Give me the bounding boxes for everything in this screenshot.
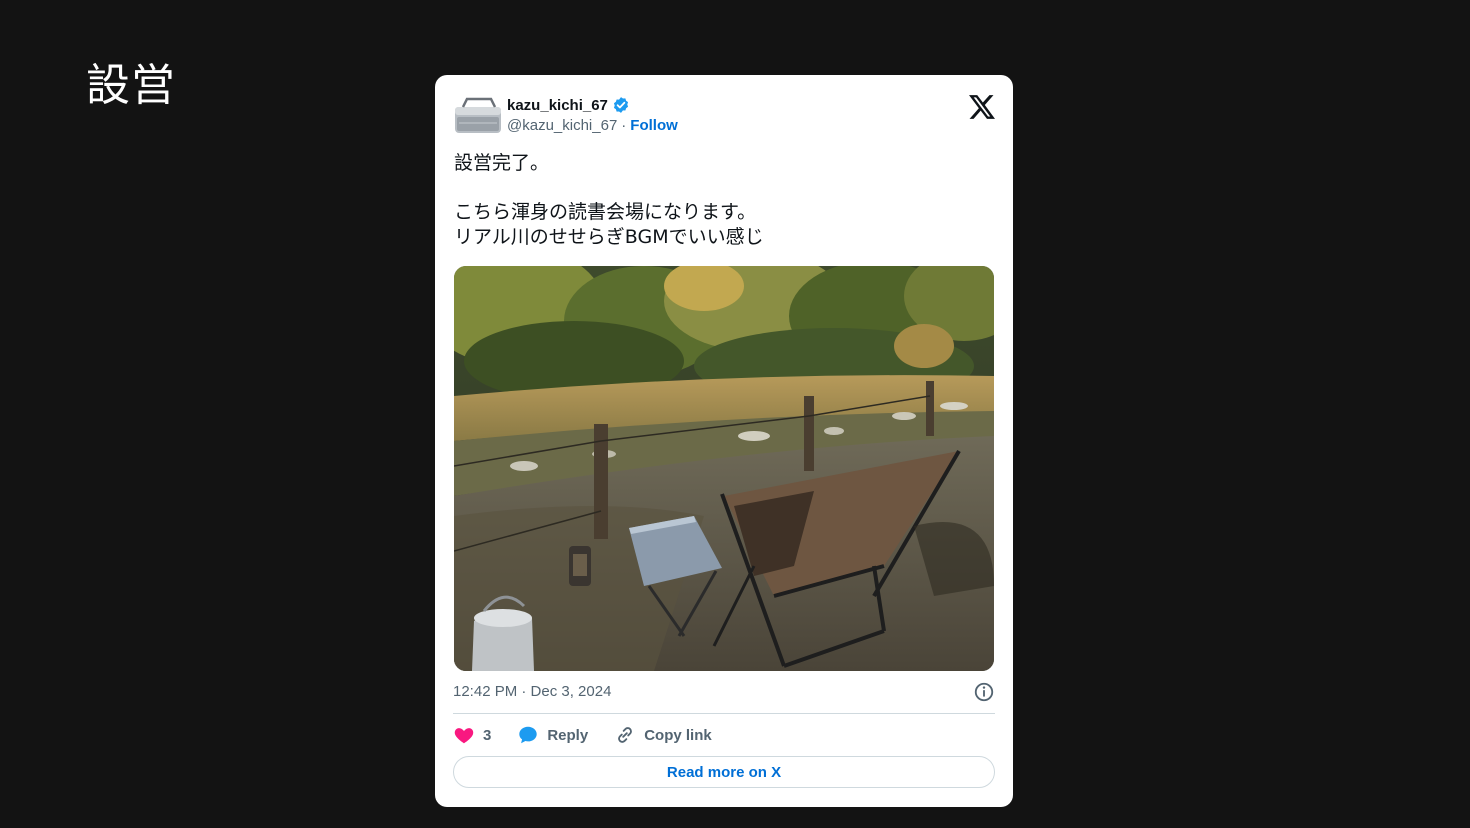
- reply-label: Reply: [547, 726, 589, 744]
- avatar[interactable]: [453, 95, 503, 135]
- info-icon[interactable]: [973, 681, 995, 703]
- display-name[interactable]: kazu_kichi_67: [507, 97, 608, 114]
- verified-badge-icon: [613, 97, 628, 113]
- riverside-camp-photo: [454, 266, 994, 671]
- x-logo-icon[interactable]: [969, 95, 995, 119]
- tweet-embed-card[interactable]: kazu_kichi_67 @kazu_kichi_67 · Follow 設営…: [435, 75, 1013, 807]
- tweet-photo[interactable]: [454, 266, 994, 671]
- tweet-actions: 3 Reply Copy link: [453, 723, 738, 747]
- link-icon: [618, 727, 633, 743]
- copy-link-label: Copy link: [644, 726, 712, 744]
- tweet-header: kazu_kichi_67 @kazu_kichi_67 · Follow: [453, 93, 995, 141]
- follow-button[interactable]: Follow: [630, 117, 678, 134]
- name-row: kazu_kichi_67: [507, 95, 630, 115]
- handle[interactable]: @kazu_kichi_67: [507, 117, 617, 134]
- speech-bubble-icon: [519, 726, 538, 744]
- tweet-text-line: 設営完了。: [454, 152, 550, 174]
- read-more-button[interactable]: Read more on X: [453, 756, 995, 788]
- heart-icon: [454, 728, 474, 744]
- tweet-timestamp[interactable]: 12:42 PM · Dec 3, 2024: [453, 683, 611, 700]
- handle-row: @kazu_kichi_67 · Follow: [507, 117, 678, 134]
- like-count: 3: [483, 726, 492, 744]
- tweet-text: 設営完了。 こちら渾身の読書会場になります。 リアル川のせせらぎBGMでいい感じ: [454, 151, 994, 250]
- slide-title: 設営: [86, 60, 176, 111]
- like-button[interactable]: 3: [453, 724, 491, 746]
- reply-button[interactable]: Reply: [517, 724, 588, 746]
- tweet-text-line: リアル川のせせらぎBGMでいい感じ: [454, 226, 764, 248]
- separator-dot: ·: [621, 117, 627, 134]
- tweet-meta-row: 12:42 PM · Dec 3, 2024: [453, 681, 995, 714]
- copy-link-button[interactable]: Copy link: [614, 724, 712, 746]
- tweet-text-line: こちら渾身の読書会場になります。: [454, 201, 757, 223]
